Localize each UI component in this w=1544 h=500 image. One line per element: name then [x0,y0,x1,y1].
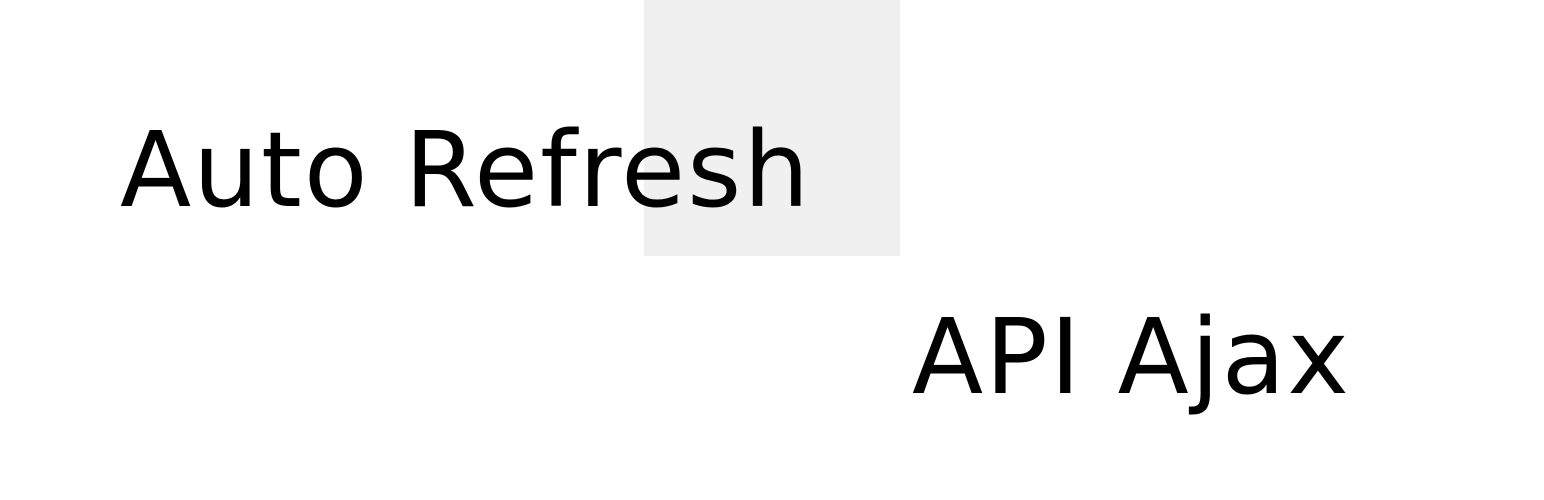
tag-canvas: Auto Refresh API Ajax [0,0,1544,500]
auto-refresh-label: Auto Refresh [120,109,812,231]
api-ajax-label: API Ajax [912,296,1351,418]
